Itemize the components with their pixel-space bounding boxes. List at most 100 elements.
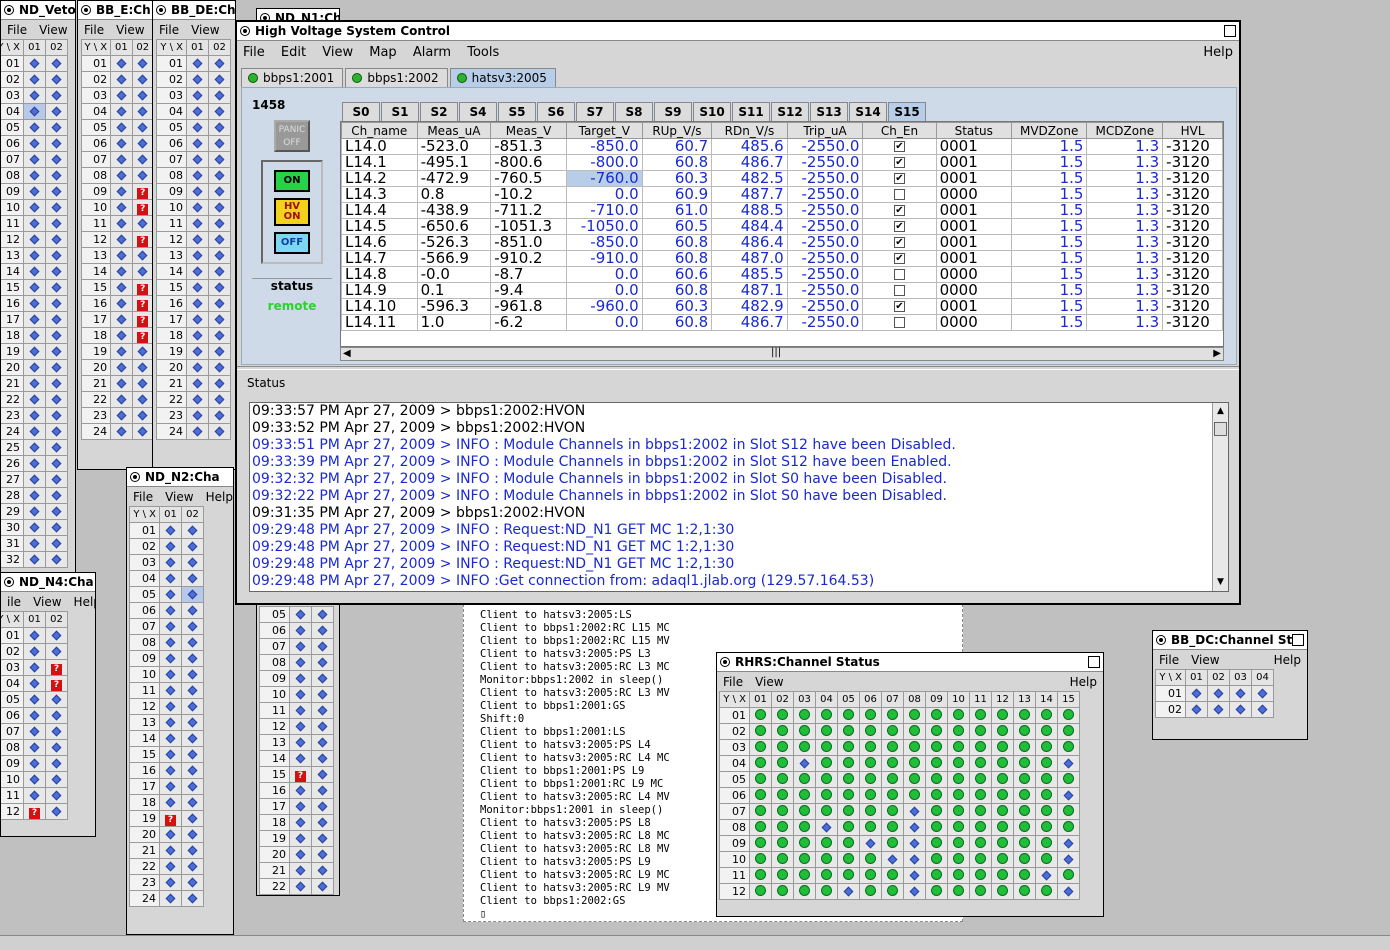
grid-cell[interactable]	[181, 714, 204, 731]
tab-slot-s10[interactable]: S10	[693, 102, 731, 121]
grid-cell[interactable]	[181, 794, 204, 811]
grid-cell[interactable]	[45, 135, 68, 152]
ch-enable-checkbox[interactable]: ✔	[862, 218, 937, 235]
grid-cell[interactable]	[793, 723, 816, 740]
grid-cell[interactable]	[23, 167, 46, 184]
grid-cell[interactable]	[23, 535, 46, 552]
grid-cell[interactable]	[186, 263, 209, 280]
grid-cell[interactable]	[181, 762, 204, 779]
grid-cell[interactable]	[771, 835, 794, 852]
table-cell[interactable]: 484.4	[711, 218, 788, 235]
grid-cell[interactable]	[186, 295, 209, 312]
grid-cell[interactable]	[1035, 787, 1058, 804]
grid-cell[interactable]	[947, 851, 970, 868]
table-cell[interactable]: 1.3	[1086, 250, 1164, 267]
grid-cell[interactable]	[1013, 819, 1036, 836]
grid-cell[interactable]	[45, 771, 68, 788]
grid-cell[interactable]	[749, 755, 772, 772]
table-cell[interactable]: -2550.0	[786, 154, 864, 171]
grid-cell[interactable]	[45, 295, 68, 312]
grid-cell[interactable]	[1057, 867, 1080, 884]
grid-cell[interactable]	[131, 407, 154, 424]
grid-cell[interactable]	[23, 423, 46, 440]
grid-cell[interactable]	[859, 787, 882, 804]
menu-file[interactable]: File	[153, 23, 185, 37]
grid-cell[interactable]	[859, 883, 882, 900]
grid-cell[interactable]	[837, 771, 860, 788]
grid-cell[interactable]	[208, 327, 231, 344]
grid-cell[interactable]	[45, 327, 68, 344]
menu-view[interactable]: View	[110, 23, 150, 37]
ch-enable-checkbox[interactable]	[862, 186, 937, 203]
table-row[interactable]: L14.7 -566.9 -910.2 -910.0 60.8 487.0 -2550.0 ✔…	[341, 250, 1223, 267]
grid-cell[interactable]	[159, 842, 182, 859]
table-cell[interactable]: 488.5	[711, 202, 788, 219]
grid-cell[interactable]	[311, 638, 334, 655]
grid-cell[interactable]	[903, 883, 926, 900]
grid-cell[interactable]	[311, 830, 334, 847]
grid-cell[interactable]	[289, 798, 312, 815]
table-cell[interactable]: 1.3	[1086, 234, 1164, 251]
grid-cell[interactable]	[771, 771, 794, 788]
grid-cell[interactable]	[1057, 707, 1080, 724]
table-cell[interactable]: 0.0	[565, 282, 643, 299]
grid-cell[interactable]	[186, 343, 209, 360]
grid-cell[interactable]	[45, 551, 68, 568]
grid-cell[interactable]	[159, 666, 182, 683]
grid-cell[interactable]	[837, 723, 860, 740]
table-cell[interactable]: 1.3	[1086, 170, 1164, 187]
column-header[interactable]: Meas_V	[490, 122, 567, 139]
table-cell[interactable]: 60.8	[641, 250, 713, 267]
grid-cell[interactable]	[159, 746, 182, 763]
grid-cell[interactable]	[131, 247, 154, 264]
title-bar[interactable]: RHRS:Channel Status	[717, 653, 1103, 672]
grid-cell[interactable]	[859, 739, 882, 756]
grid-cell[interactable]	[45, 535, 68, 552]
table-cell[interactable]: 1.5	[1010, 154, 1088, 171]
grid-cell[interactable]	[45, 407, 68, 424]
table-cell[interactable]: 1.5	[1010, 186, 1088, 203]
table-cell[interactable]: 1.5	[1010, 282, 1088, 299]
grid-cell[interactable]	[749, 867, 772, 884]
grid-cell[interactable]	[181, 570, 204, 587]
table-cell[interactable]: 482.9	[711, 298, 788, 315]
menu-alarm[interactable]: Alarm	[407, 45, 457, 60]
grid-cell[interactable]	[969, 771, 992, 788]
grid-cell[interactable]	[23, 723, 46, 740]
grid-cell[interactable]	[311, 670, 334, 687]
grid-cell[interactable]	[23, 119, 46, 136]
table-cell[interactable]: -2550.0	[786, 138, 864, 155]
grid-cell[interactable]	[881, 739, 904, 756]
grid-cell[interactable]	[311, 798, 334, 815]
grid-cell[interactable]	[45, 375, 68, 392]
grid-cell[interactable]	[771, 739, 794, 756]
table-cell[interactable]: 60.8	[641, 234, 713, 251]
grid-cell[interactable]	[181, 858, 204, 875]
grid-cell[interactable]	[793, 819, 816, 836]
grid-cell[interactable]	[903, 835, 926, 852]
grid-cell[interactable]	[1035, 771, 1058, 788]
grid-cell[interactable]	[1013, 851, 1036, 868]
grid-cell[interactable]	[925, 883, 948, 900]
grid-cell[interactable]	[969, 851, 992, 868]
table-cell[interactable]: 60.6	[641, 266, 713, 283]
grid-cell[interactable]	[925, 723, 948, 740]
grid-cell[interactable]	[131, 263, 154, 280]
grid-cell[interactable]	[991, 851, 1014, 868]
grid-cell[interactable]	[45, 439, 68, 456]
table-cell[interactable]: 1.5	[1010, 234, 1088, 251]
table-row[interactable]: L14.5 -650.6 -1051.3 -1050.0 60.5 484.4 -2550.…	[341, 218, 1223, 235]
table-cell[interactable]: 60.3	[641, 170, 713, 187]
table-cell[interactable]: 1.5	[1010, 138, 1088, 155]
grid-cell[interactable]	[1185, 701, 1208, 718]
grid-cell[interactable]: ?	[131, 295, 154, 312]
grid-cell[interactable]	[881, 707, 904, 724]
grid-cell[interactable]	[969, 755, 992, 772]
tab-slot-s15[interactable]: S15	[888, 102, 926, 121]
grid-cell[interactable]	[159, 554, 182, 571]
grid-cell[interactable]	[815, 723, 838, 740]
tab-slot-s1[interactable]: S1	[381, 102, 419, 121]
grid-cell[interactable]	[991, 883, 1014, 900]
menu-view[interactable]: View	[1185, 653, 1225, 667]
menu-file[interactable]: File	[1, 23, 33, 37]
